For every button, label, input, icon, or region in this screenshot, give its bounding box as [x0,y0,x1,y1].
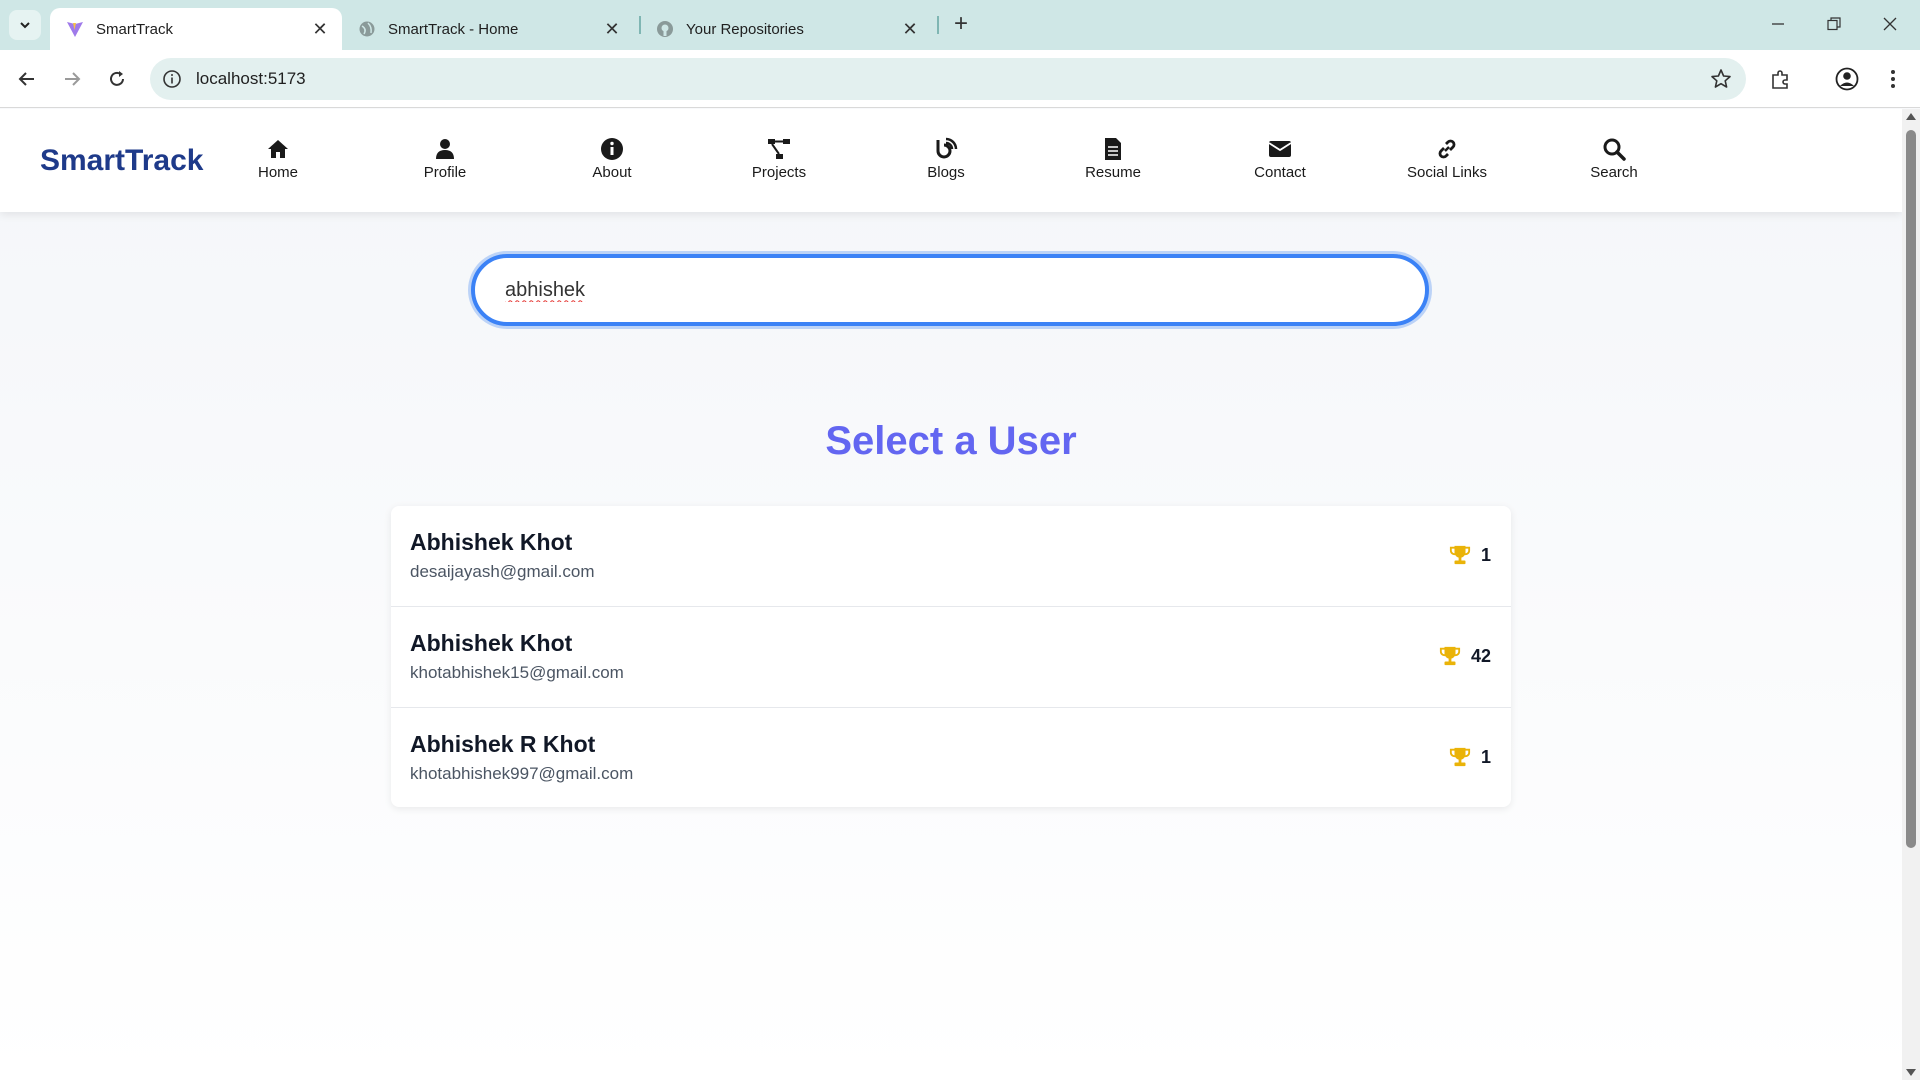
nav-item-label: Resume [1085,164,1141,181]
user-icon [436,139,454,159]
user-score-value: 42 [1470,645,1491,666]
tab-title: Your Repositories [686,20,804,38]
trophy-icon [1449,747,1471,767]
user-score-value: 1 [1480,544,1491,565]
nav-item-label: Contact [1254,164,1306,181]
minimize-button[interactable] [1758,8,1798,40]
forward-button[interactable] [56,63,88,95]
chevron-down-icon [20,22,30,29]
user-search-input[interactable] [505,272,1385,308]
trophy-icon [1449,545,1471,565]
tab-smarttrack[interactable]: SmartTrack ✕ [50,8,342,50]
scroll-down-arrow-icon[interactable] [1906,1069,1916,1076]
close-window-button[interactable] [1870,8,1910,40]
close-icon[interactable]: ✕ [900,19,920,39]
globe-icon [358,20,376,38]
tab-your-repositories[interactable]: Your Repositories ✕ [640,8,932,50]
browser-toolbar: localhost:5173 [0,50,1920,108]
user-score-value: 1 [1480,746,1491,767]
site-navbar: SmartTrack Home Profile About Projects B… [0,109,1902,212]
project-diagram-icon [768,139,790,159]
profile-button[interactable] [1831,63,1863,95]
tab-separator [937,16,939,34]
user-name: Abhishek Khot [410,529,573,555]
user-list: Abhishek Khot desaijayash@gmail.com 1 Ab… [391,506,1511,807]
reload-icon [110,71,124,86]
github-icon [656,20,674,38]
nav-item-social-links[interactable]: Social Links [1387,137,1507,181]
envelope-icon [1268,141,1292,157]
blog-icon [936,137,958,159]
user-list-item[interactable]: Abhishek R Khot khotabhishek997@gmail.co… [391,708,1511,807]
user-search-box [471,254,1429,326]
close-icon[interactable]: ✕ [310,19,330,39]
nav-item-search[interactable]: Search [1554,137,1674,181]
user-email: khotabhishek15@gmail.com [410,663,624,682]
nav-item-label: Blogs [927,164,965,181]
tab-title: SmartTrack [96,20,173,38]
puzzle-icon [1772,70,1788,89]
restore-button[interactable] [1814,8,1854,40]
user-score: 1 [1449,746,1491,768]
nav-item-blogs[interactable]: Blogs [886,137,1006,181]
more-vertical-icon [1891,70,1895,88]
user-name: Abhishek R Khot [410,731,596,757]
user-email: desaijayash@gmail.com [410,562,595,581]
nav-item-home[interactable]: Home [218,137,338,181]
reload-button[interactable] [101,63,133,95]
nav-item-profile[interactable]: Profile [385,137,505,181]
new-tab-button[interactable]: + [948,12,974,38]
nav-item-label: About [592,164,632,181]
vite-favicon-icon [66,20,84,38]
arrow-left-icon [18,72,34,86]
tab-title: SmartTrack - Home [388,20,519,38]
nav-item-label: Social Links [1406,164,1488,181]
home-icon [268,140,288,158]
address-url[interactable]: localhost:5173 [196,69,306,89]
nav-item-label: Search [1590,164,1638,181]
scroll-up-arrow-icon[interactable] [1906,113,1916,120]
browser-menu-button[interactable] [1877,63,1909,95]
user-name: Abhishek Khot [410,630,573,656]
nav-item-label: Profile [423,164,467,181]
nav-item-label: Projects [751,164,807,181]
file-icon [1105,138,1121,160]
nav-item-label: Home [257,164,298,181]
link-icon [1438,139,1456,159]
close-icon[interactable]: ✕ [602,19,622,39]
address-bar[interactable]: localhost:5173 [150,58,1746,100]
restore-icon [1827,17,1841,31]
close-icon [1883,17,1897,31]
extensions-button[interactable] [1765,63,1797,95]
minimize-icon [1772,23,1784,25]
user-score: 42 [1439,645,1491,667]
page-title: Select a User [825,419,1077,463]
page-viewport: SmartTrack Home Profile About Projects B… [0,109,1902,1080]
tab-search-button[interactable] [9,10,41,40]
user-score: 1 [1449,544,1491,566]
user-list-item[interactable]: Abhishek Khot khotabhishek15@gmail.com 4… [391,607,1511,708]
page-scrollbar[interactable] [1902,109,1920,1080]
info-icon [601,138,623,160]
arrow-right-icon [65,72,81,86]
trophy-icon [1439,646,1461,666]
site-info-icon[interactable] [162,69,182,89]
brand-logo[interactable]: SmartTrack [40,144,203,178]
back-button[interactable] [11,63,43,95]
nav-item-about[interactable]: About [552,137,672,181]
bookmark-star-icon[interactable] [1710,68,1732,90]
account-icon [1835,67,1859,91]
nav-item-projects[interactable]: Projects [719,137,839,181]
user-email: khotabhishek997@gmail.com [410,764,634,783]
scrollbar-thumb[interactable] [1906,130,1916,848]
user-list-item[interactable]: Abhishek Khot desaijayash@gmail.com 1 [391,506,1511,607]
search-icon [1603,138,1626,161]
nav-item-contact[interactable]: Contact [1220,137,1340,181]
tab-smarttrack-home[interactable]: SmartTrack - Home ✕ [342,8,634,50]
browser-tab-bar: SmartTrack ✕ SmartTrack - Home ✕ Your Re… [0,0,1920,50]
nav-item-resume[interactable]: Resume [1053,137,1173,181]
